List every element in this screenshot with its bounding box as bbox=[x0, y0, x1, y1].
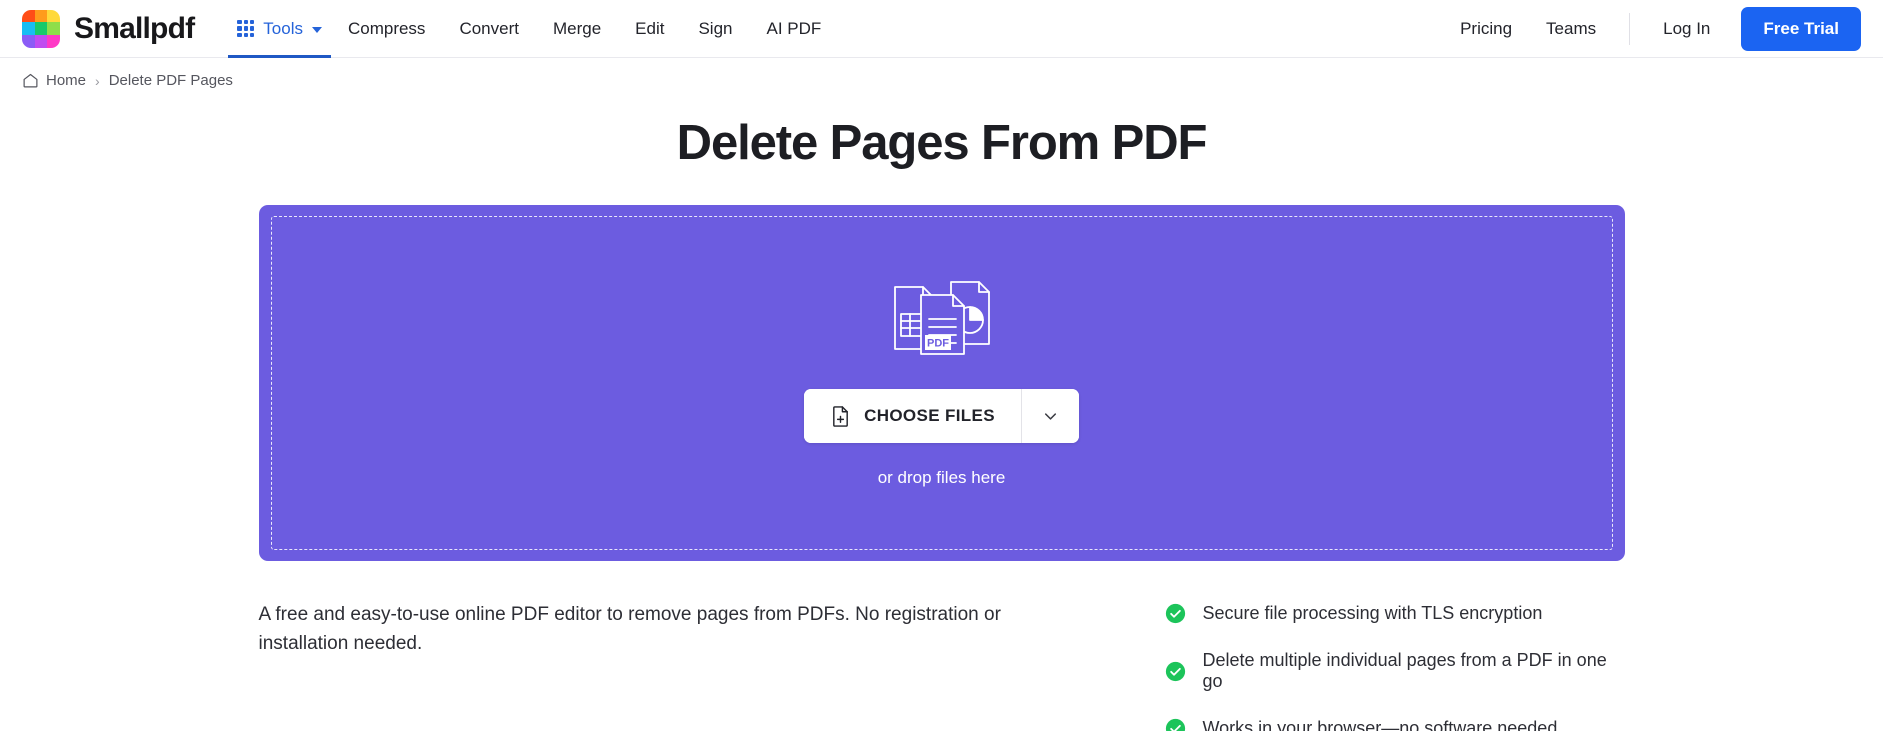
nav-item-pricing[interactable]: Pricing bbox=[1443, 0, 1529, 58]
login-link[interactable]: Log In bbox=[1646, 0, 1727, 58]
logo-cell-3 bbox=[22, 22, 35, 35]
main-content: PDF CHOOSE FILES or drop files here A fr… bbox=[258, 205, 1625, 731]
free-trial-button[interactable]: Free Trial bbox=[1741, 6, 1861, 51]
brand-logo-link[interactable]: Smallpdf bbox=[22, 9, 195, 48]
logo-cell-8 bbox=[47, 34, 60, 48]
header-divider bbox=[1629, 12, 1631, 45]
site-header: Smallpdf Tools Compress Convert Merge Ed… bbox=[0, 0, 1883, 58]
nav-item-compress[interactable]: Compress bbox=[331, 0, 442, 58]
file-dropzone[interactable]: PDF CHOOSE FILES or drop files here bbox=[258, 205, 1625, 561]
choose-files-dropdown-button[interactable] bbox=[1021, 389, 1079, 443]
breadcrumb-current: Delete PDF Pages bbox=[108, 72, 233, 89]
dropzone-dashed-border bbox=[270, 216, 1613, 550]
nav-item-merge[interactable]: Merge bbox=[536, 0, 618, 58]
feature-label: Works in your browser—no software needed bbox=[1202, 718, 1558, 731]
nav-item-ai-pdf[interactable]: AI PDF bbox=[749, 0, 838, 58]
primary-nav: Tools Compress Convert Merge Edit Sign A… bbox=[228, 0, 838, 58]
choose-files-button[interactable]: CHOOSE FILES bbox=[804, 389, 1021, 443]
feature-label: Delete multiple individual pages from a … bbox=[1202, 650, 1607, 691]
brand-name: Smallpdf bbox=[74, 11, 195, 45]
check-circle-icon bbox=[1165, 603, 1186, 624]
nav-item-tools[interactable]: Tools bbox=[228, 0, 331, 58]
feature-item: Works in your browser—no software needed bbox=[1165, 718, 1625, 731]
breadcrumb-separator: › bbox=[95, 72, 100, 89]
nav-item-edit[interactable]: Edit bbox=[618, 0, 681, 58]
file-plus-icon bbox=[830, 405, 851, 428]
check-circle-icon bbox=[1165, 661, 1186, 682]
logo-cell-5 bbox=[47, 22, 60, 35]
drop-files-hint: or drop files here bbox=[877, 468, 1006, 487]
choose-files-label: CHOOSE FILES bbox=[864, 406, 995, 425]
logo-cell-6 bbox=[22, 34, 35, 48]
grid-dots-icon bbox=[237, 20, 255, 37]
check-circle-icon bbox=[1165, 718, 1186, 731]
home-icon bbox=[22, 72, 39, 89]
logo-cell-7 bbox=[34, 34, 48, 48]
logo-cell-4 bbox=[34, 22, 48, 35]
chevron-down-icon bbox=[311, 26, 322, 33]
secondary-nav: Pricing Teams Log In Free Trial bbox=[1443, 0, 1861, 57]
nav-item-convert[interactable]: Convert bbox=[442, 0, 536, 58]
nav-tools-label: Tools bbox=[263, 18, 303, 38]
feature-item: Delete multiple individual pages from a … bbox=[1165, 650, 1625, 692]
feature-list: Secure file processing with TLS encrypti… bbox=[1049, 601, 1625, 731]
svg-text:PDF: PDF bbox=[927, 338, 949, 350]
logo-cell-2 bbox=[47, 9, 60, 23]
feature-label: Secure file processing with TLS encrypti… bbox=[1202, 603, 1543, 623]
feature-item: Secure file processing with TLS encrypti… bbox=[1165, 603, 1625, 624]
breadcrumb: Home › Delete PDF Pages bbox=[0, 58, 1883, 89]
logo-cell-0 bbox=[22, 9, 35, 23]
tool-description: A free and easy-to-use online PDF editor… bbox=[258, 604, 1001, 654]
breadcrumb-home[interactable]: Home bbox=[46, 72, 86, 89]
logo-cell-1 bbox=[34, 9, 48, 23]
chevron-down-icon bbox=[1041, 407, 1060, 426]
smallpdf-logo-icon bbox=[22, 9, 60, 48]
nav-item-teams[interactable]: Teams bbox=[1529, 0, 1613, 58]
page-title: Delete Pages From PDF bbox=[676, 116, 1208, 170]
nav-item-sign[interactable]: Sign bbox=[681, 0, 749, 58]
documents-stack-icon: PDF bbox=[886, 278, 998, 363]
active-nav-underline bbox=[228, 55, 331, 58]
info-section: A free and easy-to-use online PDF editor… bbox=[259, 601, 1625, 731]
choose-files-control: CHOOSE FILES bbox=[804, 389, 1079, 443]
